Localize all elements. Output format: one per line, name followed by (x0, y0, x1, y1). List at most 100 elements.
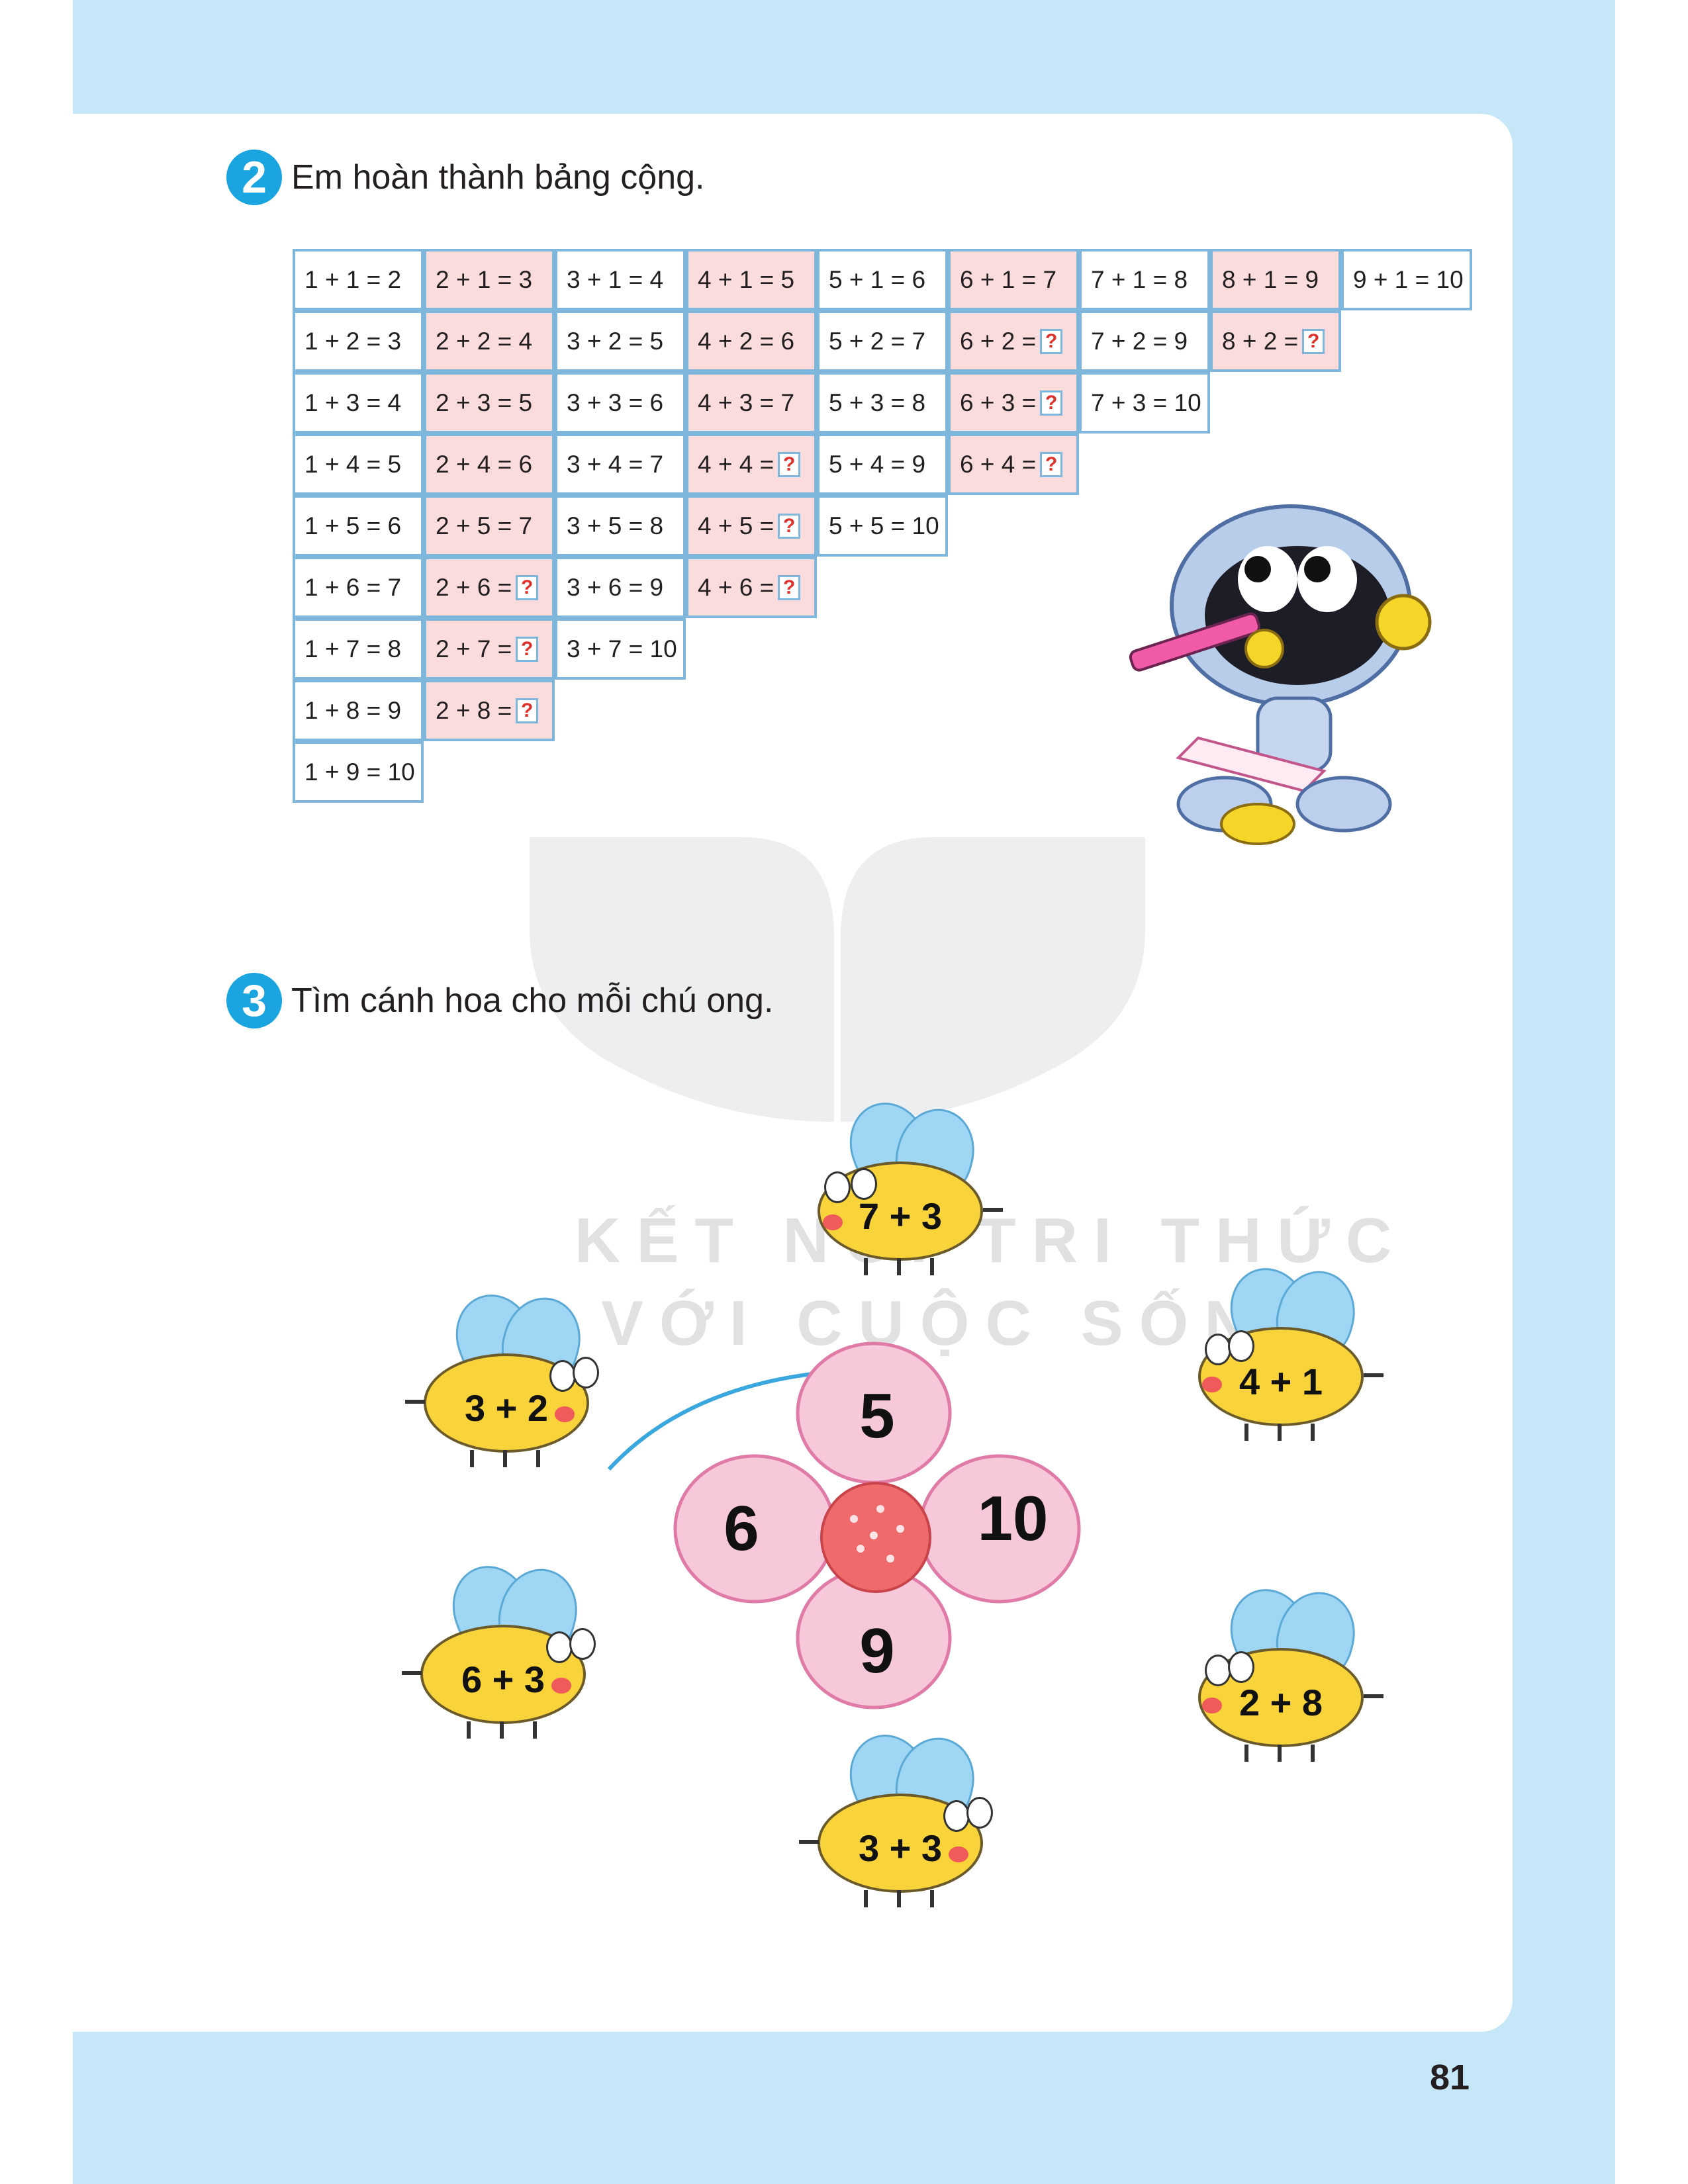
cell-equation: 6 + 4 = (960, 450, 1037, 478)
cell-equation: 2 + 7 = (436, 635, 512, 662)
bee[interactable]: 3 + 3 (799, 1723, 1003, 1907)
exercise-number-badge: 2 (226, 150, 282, 205)
table-cell: 5 + 2 = 7 (817, 310, 948, 372)
table-cell: 4 + 4 =? (686, 433, 817, 495)
petal-top[interactable]: 5 (841, 1380, 914, 1453)
table-cell: 8 + 2 =? (1210, 310, 1341, 372)
table-cell: 1 + 3 = 4 (293, 372, 424, 433)
cell-equation: 1 + 8 = 9 (305, 696, 402, 724)
cell-equation: 3 + 3 = 6 (567, 388, 664, 416)
cell-equation: 8 + 2 = (1222, 327, 1299, 355)
exercise-2-heading: 2 Em hoàn thành bảng cộng. (226, 150, 704, 205)
cell-equation: 5 + 2 = 7 (829, 327, 926, 355)
cell-equation: 4 + 5 = (698, 512, 774, 539)
cell-equation: 2 + 8 = (436, 696, 512, 724)
answer-box[interactable]: ? (516, 698, 539, 723)
table-cell: 4 + 5 =? (686, 495, 817, 557)
cell-equation: 2 + 3 = 5 (436, 388, 533, 416)
table-cell: 9 + 1 = 10 (1341, 249, 1472, 310)
table-cell: 6 + 3 =? (948, 372, 1079, 433)
table-cell: 1 + 9 = 10 (293, 741, 424, 803)
table-cell: 2 + 6 =? (424, 557, 555, 618)
table-cell: 3 + 6 = 9 (555, 557, 686, 618)
cell-equation: 3 + 2 = 5 (567, 327, 664, 355)
table-cell: 1 + 5 = 6 (293, 495, 424, 557)
exercise-3-heading: 3 Tìm cánh hoa cho mỗi chú ong. (226, 973, 773, 1028)
exercise-instruction: Em hoàn thành bảng cộng. (291, 158, 705, 197)
cell-equation: 5 + 4 = 9 (829, 450, 926, 478)
table-cell: 2 + 8 =? (424, 680, 555, 741)
table-cell: 2 + 7 =? (424, 618, 555, 680)
cell-equation: 4 + 1 = 5 (698, 265, 795, 293)
cell-equation: 2 + 5 = 7 (436, 512, 533, 539)
cell-equation: 6 + 1 = 7 (960, 265, 1057, 293)
bee-expression: 7 + 3 (858, 1195, 943, 1237)
table-cell: 2 + 5 = 7 (424, 495, 555, 557)
table-cell: 2 + 4 = 6 (424, 433, 555, 495)
petal-bottom[interactable]: 9 (841, 1615, 914, 1688)
table-cell: 5 + 4 = 9 (817, 433, 948, 495)
cell-equation: 7 + 1 = 8 (1091, 265, 1188, 293)
bee-expression: 3 + 2 (464, 1387, 549, 1429)
table-cell: 7 + 2 = 9 (1079, 310, 1210, 372)
bee[interactable]: 4 + 1 (1185, 1257, 1383, 1441)
answer-box[interactable]: ? (778, 574, 801, 600)
table-cell: 8 + 1 = 9 (1210, 249, 1341, 310)
table-cell: 2 + 2 = 4 (424, 310, 555, 372)
cell-equation: 7 + 3 = 10 (1091, 388, 1201, 416)
cell-equation: 3 + 7 = 10 (567, 635, 677, 662)
cell-equation: 3 + 4 = 7 (567, 450, 664, 478)
exercise-number-badge: 3 (226, 973, 282, 1028)
table-cell: 1 + 4 = 5 (293, 433, 424, 495)
bee-expression: 6 + 3 (461, 1659, 545, 1700)
cell-equation: 2 + 2 = 4 (436, 327, 533, 355)
table-cell: 3 + 1 = 4 (555, 249, 686, 310)
table-cell: 1 + 7 = 8 (293, 618, 424, 680)
cell-equation: 1 + 3 = 4 (305, 388, 402, 416)
cell-equation: 1 + 5 = 6 (305, 512, 402, 539)
table-cell: 4 + 3 = 7 (686, 372, 817, 433)
answer-box[interactable]: ? (1040, 451, 1063, 477)
table-cell: 1 + 1 = 2 (293, 249, 424, 310)
cell-equation: 5 + 5 = 10 (829, 512, 939, 539)
bee[interactable]: 2 + 8 (1185, 1578, 1383, 1762)
cell-equation: 9 + 1 = 10 (1353, 265, 1464, 293)
answer-box[interactable]: ? (516, 636, 539, 662)
bee[interactable]: 3 + 2 (405, 1283, 609, 1467)
table-cell: 1 + 6 = 7 (293, 557, 424, 618)
answer-box[interactable]: ? (1040, 390, 1063, 416)
answer-box[interactable]: ? (516, 574, 539, 600)
table-cell: 7 + 3 = 10 (1079, 372, 1210, 433)
cell-equation: 3 + 1 = 4 (567, 265, 664, 293)
cell-equation: 5 + 3 = 8 (829, 388, 926, 416)
cell-equation: 4 + 2 = 6 (698, 327, 795, 355)
answer-box[interactable]: ? (1040, 328, 1063, 354)
cell-equation: 1 + 7 = 8 (305, 635, 402, 662)
table-cell: 5 + 3 = 8 (817, 372, 948, 433)
bee-expression: 2 + 8 (1239, 1682, 1323, 1723)
table-cell: 3 + 7 = 10 (555, 618, 686, 680)
answer-box[interactable]: ? (778, 513, 801, 539)
table-cell: 5 + 5 = 10 (817, 495, 948, 557)
bee[interactable]: 6 + 3 (402, 1555, 606, 1739)
table-cell: 3 + 2 = 5 (555, 310, 686, 372)
table-cell: 6 + 4 =? (948, 433, 1079, 495)
table-cell: 1 + 2 = 3 (293, 310, 424, 372)
bee[interactable]: 7 + 3 (804, 1091, 1003, 1275)
cell-equation: 5 + 1 = 6 (829, 265, 926, 293)
table-cell: 4 + 1 = 5 (686, 249, 817, 310)
table-cell: 3 + 3 = 6 (555, 372, 686, 433)
cell-equation: 3 + 5 = 8 (567, 512, 664, 539)
table-cell: 5 + 1 = 6 (817, 249, 948, 310)
cell-equation: 7 + 2 = 9 (1091, 327, 1188, 355)
petal-right[interactable]: 10 (953, 1482, 1072, 1555)
robot-illustration (1129, 504, 1432, 845)
petal-left[interactable]: 6 (705, 1492, 778, 1565)
answer-box[interactable]: ? (1302, 328, 1325, 354)
table-cell: 2 + 1 = 3 (424, 249, 555, 310)
page-number: 81 (1430, 2058, 1470, 2097)
answer-box[interactable]: ? (778, 451, 801, 477)
cell-equation: 6 + 2 = (960, 327, 1037, 355)
cell-equation: 1 + 9 = 10 (305, 758, 415, 786)
table-cell: 3 + 4 = 7 (555, 433, 686, 495)
